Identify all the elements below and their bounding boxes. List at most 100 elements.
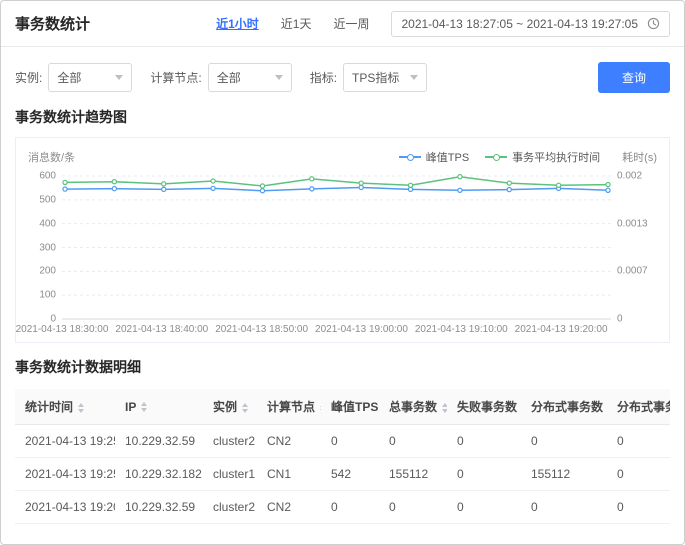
table-cell: 10.229.32.59 [115, 490, 203, 524]
legend-label: 事务平均执行时间 [512, 152, 601, 164]
instance-select[interactable]: 全部 [48, 63, 133, 92]
x-axis-tick: 2021-04-13 18:30:00 [15, 324, 109, 335]
table-cell: 155112 [521, 457, 607, 491]
y-axis-tick-right: 0.0007 [617, 265, 648, 277]
table-cell: 10.229.32.59 [115, 424, 203, 458]
legend-label: 峰值TPS [425, 152, 470, 164]
table-cell: cluster1 [203, 457, 257, 491]
sort-icon [78, 402, 85, 413]
detail-section-title: 事务数统计数据明细 [15, 359, 141, 375]
chart-header: 消息数/条 峰值TPS 事务平均执行时间 耗时(s) [28, 148, 657, 166]
time-tab-1day[interactable]: 近1天 [281, 15, 312, 32]
y-axis-tick-left: 400 [39, 218, 56, 230]
table-cell: 0 [521, 424, 607, 458]
table-cell: CN1 [257, 457, 321, 491]
table-cell: 0 [521, 490, 607, 524]
chart-plot [62, 172, 611, 320]
table-cell: 0 [607, 523, 670, 530]
instance-select-value: 全部 [57, 71, 82, 85]
line-marker-icon [398, 153, 421, 161]
table-cell: 0 [447, 490, 521, 524]
chevron-down-icon [274, 75, 283, 80]
table-cell: 154819 [521, 523, 607, 530]
table-cell: 0 [447, 457, 521, 491]
column-header[interactable]: 计算节点 [257, 389, 321, 425]
column-header[interactable]: 实例 [203, 389, 257, 425]
x-axis-tick: 2021-04-13 18:40:00 [115, 324, 209, 335]
table-cell: 0 [321, 490, 379, 524]
left-axis-labels: 0 100 200 300 400 500 600 [28, 171, 62, 325]
x-axis-tick: 2021-04-13 19:00:00 [315, 324, 408, 335]
table-cell: cluster2 [203, 490, 257, 524]
column-header[interactable]: 分布式事务提交异常数 [607, 389, 670, 425]
table-cell: CN2 [257, 490, 321, 524]
column-header[interactable]: 分布式事务数 [521, 389, 607, 425]
table-cell: 0 [379, 490, 447, 524]
line-marker-icon [485, 153, 508, 161]
query-button[interactable]: 查询 [597, 62, 670, 93]
chevron-down-icon [410, 75, 419, 80]
x-axis-tick: 2021-04-13 18:50:00 [215, 324, 309, 335]
y-axis-tick-left: 500 [39, 194, 56, 206]
page-title: 事务数统计 [15, 16, 91, 33]
table-cell: CN2 [257, 424, 321, 458]
table-cell: cluster2 [203, 424, 257, 458]
sort-icon [141, 402, 148, 413]
x-axis-tick: 2021-04-13 19:10:00 [414, 324, 508, 335]
column-header-label: 分布式事务提交异常数 [617, 400, 670, 414]
detail-table: 统计时间 IP 实例 计算节点 峰值TPS 总事务数 失败事务数分布式事务数分布式事务提交异… [15, 389, 670, 530]
column-header[interactable]: 统计时间 [15, 389, 115, 425]
table-cell: cluster1 [203, 523, 257, 530]
column-header[interactable]: 峰值TPS [321, 389, 379, 425]
chart-body: 0 100 200 300 400 500 600 0.002 0.0013 0.0007 0 [28, 171, 657, 325]
table-cell: 10.229.32.182 [115, 523, 203, 530]
time-tab-1hour[interactable]: 近1小时 [216, 15, 259, 32]
table-row: 2021-04-13 19:20:0010.229.32.59cluster2C… [15, 490, 670, 524]
metric-select[interactable]: TPS指标 [343, 63, 428, 92]
column-header-label: 总事务数 [389, 400, 438, 414]
left-axis-title: 消息数/条 [28, 152, 76, 164]
y-axis-tick-left: 300 [39, 242, 56, 253]
table-cell: 0 [379, 424, 447, 458]
table-cell: 0 [447, 424, 521, 458]
y-axis-tick-left: 100 [39, 289, 56, 301]
column-header-label: 分布式事务数 [531, 400, 604, 414]
column-header-label: 统计时间 [25, 400, 74, 414]
x-axis-tick: 2021-04-13 19:20:00 [514, 324, 608, 335]
column-header[interactable]: 总事务数 [379, 389, 447, 425]
table-cell: 542 [321, 457, 379, 491]
table-cell: 155112 [379, 457, 447, 491]
x-axis-labels: 2021-04-13 18:30:00 2021-04-13 18:40:00 20… [16, 320, 611, 338]
table-row: 2021-04-13 19:25:0010.229.32.182cluster1… [15, 457, 670, 491]
table-row: 2021-04-13 19:20:0010.229.32.182cluster1… [15, 523, 670, 530]
legend-item-peak-tps[interactable]: 峰值TPS [398, 149, 470, 165]
table-cell: 0 [607, 424, 670, 458]
right-axis-title: 耗时(s) [622, 152, 657, 164]
chevron-down-icon [115, 75, 124, 80]
metric-select-value: TPS指标 [352, 71, 400, 85]
column-header[interactable]: IP [115, 389, 203, 425]
table-cell: 2021-04-13 19:25:00 [15, 457, 115, 491]
clock-icon [647, 17, 660, 30]
y-axis-tick-right: 0 [617, 313, 623, 325]
column-header-label: 峰值TPS [331, 400, 379, 414]
chart-legend: 峰值TPS 事务平均执行时间 [398, 149, 616, 165]
compute-node-select[interactable]: 全部 [207, 63, 292, 92]
date-range-picker[interactable]: 2021-04-13 18:27:05 ~ 2021-04-13 19:27:0… [391, 10, 670, 37]
time-tab-1week[interactable]: 近一周 [333, 15, 369, 32]
chart-svg [62, 174, 611, 320]
y-axis-tick-left: 0 [50, 313, 56, 325]
detail-table-wrap: 统计时间 IP 实例 计算节点 峰值TPS 总事务数 失败事务数分布式事务数分布式事务提交异… [15, 389, 670, 530]
node-filter-label: 计算节点: [150, 71, 202, 85]
legend-item-avg-exec-time[interactable]: 事务平均执行时间 [485, 149, 600, 165]
table-cell: 2021-04-13 19:25:00 [15, 424, 115, 458]
instance-filter-label: 实例: [15, 71, 43, 85]
sort-icon [442, 402, 447, 413]
trend-chart: 消息数/条 峰值TPS 事务平均执行时间 耗时(s) 0 100 200 300 400… [15, 137, 670, 343]
column-header-label: IP [125, 399, 137, 414]
column-header-label: 计算节点 [267, 400, 316, 414]
column-header[interactable]: 失败事务数 [447, 389, 521, 425]
node-select-value: 全部 [216, 71, 241, 85]
right-axis-labels: 0.002 0.0013 0.0007 0 [611, 171, 657, 325]
table-row: 2021-04-13 19:25:0010.229.32.59cluster2C… [15, 424, 670, 458]
